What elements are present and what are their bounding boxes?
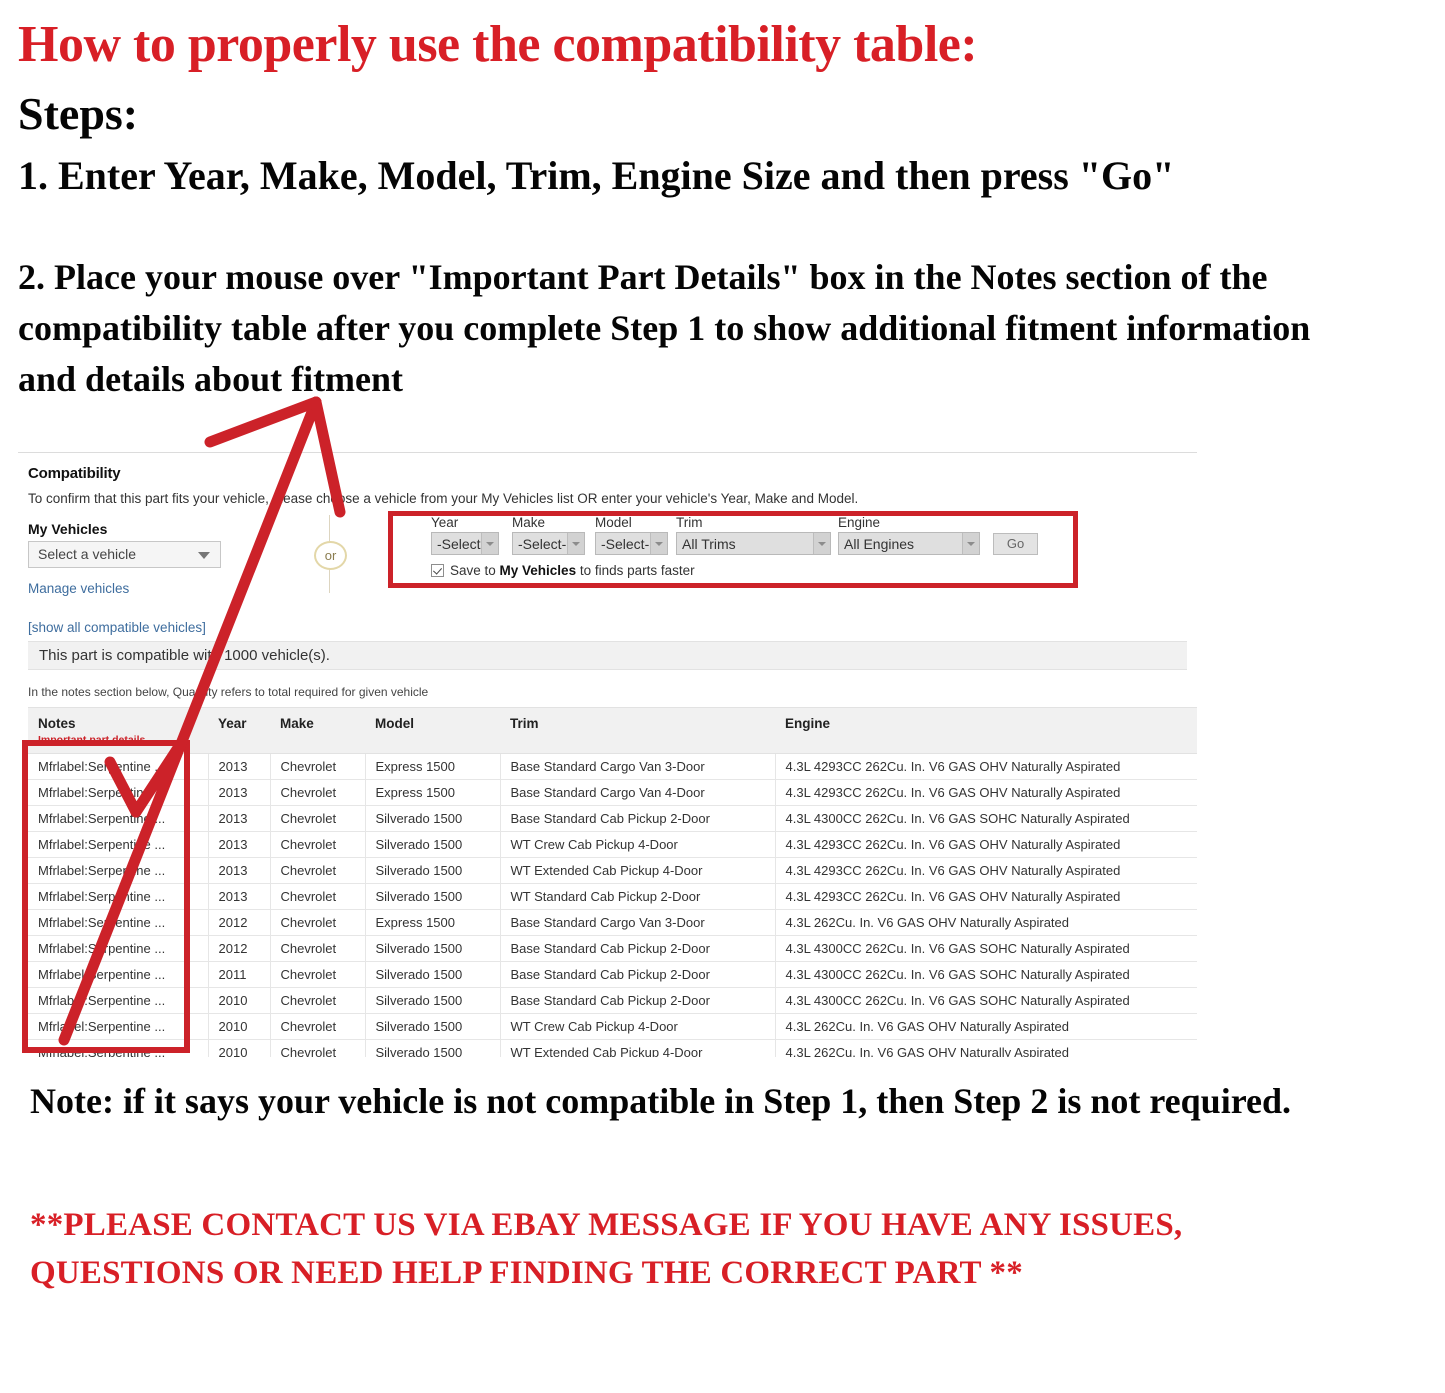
column-header-engine: Engine (775, 707, 1197, 754)
cell-engine: 4.3L 4300CC 262Cu. In. V6 GAS SOHC Natur… (774, 961, 1197, 988)
step-1-text: 1. Enter Year, Make, Model, Trim, Engine… (18, 153, 1175, 198)
cell-trim: WT Standard Cab Pickup 2-Door (499, 883, 775, 910)
cell-trim: Base Standard Cargo Van 3-Door (499, 909, 775, 936)
cell-trim: WT Crew Cab Pickup 4-Door (499, 831, 775, 858)
cell-trim: WT Extended Cab Pickup 4-Door (499, 1039, 775, 1058)
column-header-trim: Trim (500, 707, 775, 754)
cell-engine: 4.3L 4300CC 262Cu. In. V6 GAS SOHC Natur… (774, 935, 1197, 962)
cell-engine: 4.3L 4293CC 262Cu. In. V6 GAS OHV Natura… (774, 779, 1197, 806)
annotation-arrow (58, 396, 346, 1046)
cell-engine: 4.3L 4293CC 262Cu. In. V6 GAS OHV Natura… (774, 883, 1197, 910)
footer-contact-message: **PLEASE CONTACT US VIA EBAY MESSAGE IF … (30, 1207, 1183, 1291)
steps-label: Steps: (18, 88, 139, 139)
cell-engine: 4.3L 4300CC 262Cu. In. V6 GAS SOHC Natur… (774, 805, 1197, 832)
cell-trim: Base Standard Cargo Van 4-Door (499, 779, 775, 806)
footer-note: Note: if it says your vehicle is not com… (30, 1081, 1292, 1121)
cell-trim: Base Standard Cab Pickup 2-Door (499, 805, 775, 832)
finder-highlight-box (388, 511, 1078, 588)
cell-engine: 4.3L 4293CC 262Cu. In. V6 GAS OHV Natura… (774, 857, 1197, 884)
cell-engine: 4.3L 4293CC 262Cu. In. V6 GAS OHV Natura… (774, 831, 1197, 858)
page-title: How to properly use the compatibility ta… (18, 16, 978, 73)
cell-engine: 4.3L 262Cu. In. V6 GAS OHV Naturally Asp… (774, 1039, 1197, 1058)
cell-trim: WT Crew Cab Pickup 4-Door (499, 1013, 775, 1040)
cell-engine: 4.3L 4300CC 262Cu. In. V6 GAS SOHC Natur… (774, 987, 1197, 1014)
cell-engine: 4.3L 262Cu. In. V6 GAS OHV Naturally Asp… (774, 909, 1197, 936)
cell-trim: Base Standard Cab Pickup 2-Door (499, 987, 775, 1014)
cell-engine: 4.3L 262Cu. In. V6 GAS OHV Naturally Asp… (774, 1013, 1197, 1040)
cell-engine: 4.3L 4293CC 262Cu. In. V6 GAS OHV Natura… (774, 753, 1197, 780)
cell-trim: Base Standard Cab Pickup 2-Door (499, 961, 775, 988)
cell-trim: WT Extended Cab Pickup 4-Door (499, 857, 775, 884)
cell-trim: Base Standard Cab Pickup 2-Door (499, 935, 775, 962)
cell-trim: Base Standard Cargo Van 3-Door (499, 753, 775, 780)
